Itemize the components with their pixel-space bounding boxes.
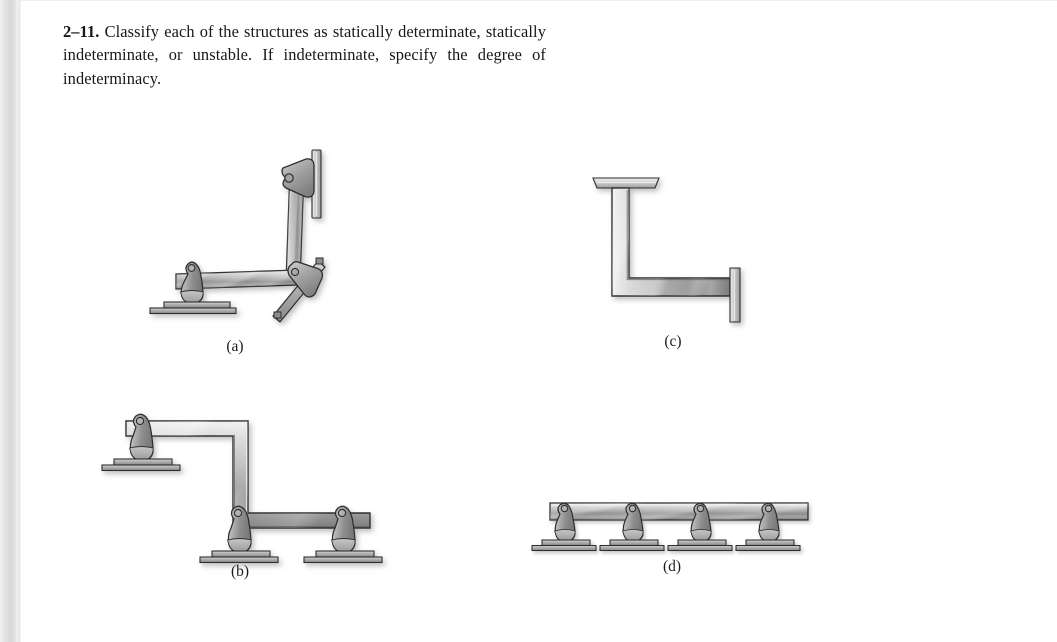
z-frame-b bbox=[125, 420, 371, 529]
page-top-edge bbox=[20, 0, 1057, 1]
structure-d-body bbox=[531, 502, 809, 552]
structure-diagram-a bbox=[149, 149, 326, 323]
problem-text: Classify each of the structures as stati… bbox=[63, 22, 546, 88]
ceiling-plate-c bbox=[592, 177, 660, 189]
problem-number: 2–11. bbox=[63, 22, 100, 41]
pin-support-a-incline bbox=[272, 257, 326, 323]
structure-c-body bbox=[592, 177, 741, 323]
panel-caption-a: (a) bbox=[226, 338, 244, 355]
structure-b-body bbox=[101, 413, 383, 564]
l-frame-c bbox=[611, 187, 731, 297]
figure-panel-b: (b) bbox=[100, 405, 400, 580]
figure-panel-c: (c) bbox=[585, 170, 785, 350]
page-left-gutter-rule bbox=[18, 0, 21, 642]
structure-diagram-c bbox=[592, 177, 741, 323]
page-canvas: 2–11. Classify each of the structures as… bbox=[0, 0, 1057, 642]
structure-diagram-b bbox=[101, 413, 383, 564]
structure-diagram-d bbox=[531, 502, 809, 552]
structure-a-body bbox=[149, 149, 326, 323]
figure-panel-d: (d) bbox=[520, 495, 830, 575]
figure-panel-a: (a) bbox=[140, 142, 355, 355]
panel-caption-c: (c) bbox=[664, 333, 682, 350]
wall-plate-c bbox=[729, 267, 741, 323]
page-left-gutter bbox=[0, 0, 18, 642]
pin-gusset-wall-a bbox=[281, 158, 315, 198]
panel-caption-d: (d) bbox=[662, 558, 682, 575]
panel-caption-b: (b) bbox=[230, 563, 250, 580]
problem-statement: 2–11. Classify each of the structures as… bbox=[63, 20, 546, 90]
